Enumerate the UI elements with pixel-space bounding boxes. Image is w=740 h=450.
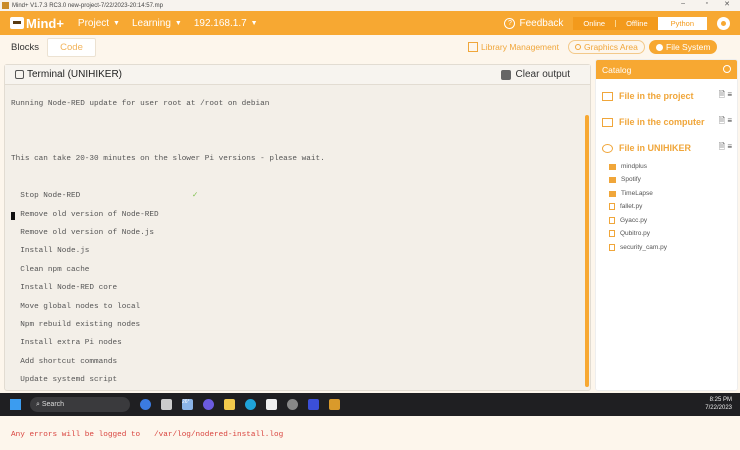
section-unihiker-files[interactable]: File in UNIHIKER 🗎 ≡ [602, 141, 732, 155]
folder-item[interactable]: mindplus [609, 163, 647, 170]
tab-code[interactable]: Code [47, 38, 96, 57]
file-icon [609, 230, 615, 237]
step-line: Update systemd script [11, 376, 118, 385]
step-row: Stop Node-RED ✓ [11, 192, 571, 201]
store-icon[interactable] [266, 399, 277, 410]
windows-start-icon[interactable] [10, 399, 21, 410]
step-line: Remove old version of Node-RED [11, 210, 159, 219]
chevron-down-icon: ▼ [113, 19, 120, 27]
tab-blocks[interactable]: Blocks [4, 38, 46, 57]
taskbar: ⌕ Search 26° 8:25 PM 7/22/2023 [0, 393, 740, 416]
editor-toolbar: Blocks Code Library Management Graphics … [0, 35, 740, 58]
library-management-button[interactable]: Library Management [468, 40, 559, 54]
section-computer-files[interactable]: File in the computer 🗎 ≡ [602, 115, 732, 129]
folder-icon [609, 163, 616, 170]
mindplus-logo: Mind+ [10, 16, 64, 31]
file-item[interactable]: security_cam.py [609, 244, 667, 251]
new-file-menu-icon[interactable]: 🗎 ≡ [719, 89, 732, 103]
window-titlebar: Mind+ V1.7.3 RC3.0 new-project-7/22/2023… [0, 0, 740, 11]
mode-switch: Online Offline Python [573, 16, 707, 30]
robot-icon [10, 17, 24, 29]
device-icon [602, 143, 613, 153]
new-file-menu-icon[interactable]: 🗎 ≡ [719, 115, 732, 129]
catalog-title: Catalog [602, 64, 632, 75]
app-icon [2, 2, 9, 9]
terminal-title: Terminal (UNIHIKER) [27, 69, 123, 80]
feedback-button[interactable]: ? Feedback [504, 17, 563, 29]
close-button[interactable]: ✕ [724, 0, 730, 8]
folder-item[interactable]: Spotify [609, 176, 641, 183]
menu-device-ip[interactable]: 192.168.1.7 ▼ [194, 18, 258, 29]
error-line: Any errors will be logged to /var/log/no… [11, 431, 284, 440]
step-line: Install extra Pi nodes [11, 339, 122, 348]
file-explorer-icon[interactable] [224, 399, 235, 410]
weather-icon[interactable]: 26° [182, 399, 193, 410]
file-icon [609, 217, 615, 224]
mode-python[interactable]: Python [657, 16, 707, 30]
monitor-icon [602, 117, 613, 127]
system-clock[interactable]: 8:25 PM 7/22/2023 [705, 396, 732, 412]
mode-offline[interactable]: Offline [616, 19, 658, 28]
library-icon [468, 42, 478, 52]
step-line: Remove old version of Node.js [11, 228, 155, 237]
output-line: Running Node-RED update for user root at… [11, 100, 270, 109]
folder-icon [609, 190, 616, 197]
file-item[interactable]: Qubitro.py [609, 230, 650, 237]
step-row: Remove old version of Node-RED [11, 211, 571, 220]
step-line: Install Node.js [11, 247, 90, 256]
file-item[interactable]: Gyacc.py [609, 217, 647, 224]
task-view-icon[interactable] [161, 399, 172, 410]
bing-icon[interactable] [140, 399, 151, 410]
edge-icon[interactable] [245, 399, 256, 410]
new-file-menu-icon[interactable]: 🗎 ≡ [719, 141, 732, 155]
file-item[interactable]: fallet.py [609, 203, 642, 210]
file-system-button[interactable]: File System [649, 40, 718, 54]
app-icon[interactable] [308, 399, 319, 410]
clear-output-button[interactable]: Clear output [500, 69, 570, 80]
file-icon [609, 244, 615, 251]
minimize-button[interactable]: – [681, 0, 685, 7]
mindplus-taskbar-icon[interactable] [329, 399, 340, 410]
graphics-area-button[interactable]: Graphics Area [568, 40, 645, 54]
chevron-down-icon: ▼ [174, 19, 182, 27]
error-row: Any errors will be logged to /var/log/no… [11, 431, 571, 441]
mode-online[interactable]: Online [573, 19, 615, 28]
menu-learning[interactable]: Learning ▼ [132, 18, 182, 29]
scrollbar[interactable] [585, 115, 589, 387]
section-project-files[interactable]: File in the project 🗎 ≡ [602, 89, 732, 103]
clear-icon [500, 69, 511, 80]
chevron-down-icon: ▼ [250, 19, 258, 27]
gear-icon[interactable] [717, 16, 730, 30]
app-icon[interactable] [287, 399, 298, 410]
step-line: Move global nodes to local [11, 302, 141, 311]
catalog-panel: Catalog File in the project 🗎 ≡ File in t… [595, 59, 738, 391]
file-icon [609, 203, 615, 210]
chat-icon[interactable] [203, 399, 214, 410]
radio-icon [575, 44, 581, 50]
check-icon: ✓ [192, 192, 199, 201]
refresh-icon[interactable] [723, 65, 731, 73]
terminal-panel: Terminal (UNIHIKER) Clear output Running… [4, 64, 591, 439]
app-header: Mind+ Project ▼ Learning ▼ 192.168.1.7 ▼ ? F… [0, 11, 740, 35]
menu-project[interactable]: Project ▼ [78, 18, 120, 29]
taskbar-search[interactable]: ⌕ Search [30, 397, 130, 412]
cursor [11, 211, 15, 220]
folder-icon [602, 91, 613, 101]
question-icon: ? [504, 17, 516, 29]
step-line: Install Node-RED core [11, 284, 118, 293]
output-line: This can take 20-30 minutes on the slowe… [11, 155, 325, 164]
restore-button[interactable]: ▫ [706, 0, 708, 7]
folder-item[interactable]: TimeLapse [609, 190, 653, 197]
step-line: Clean npm cache [11, 265, 90, 274]
check-circle-icon [656, 43, 663, 51]
terminal-icon [15, 70, 24, 79]
window-title: Mind+ V1.7.3 RC3.0 new-project-7/22/2023… [12, 2, 163, 9]
step-line: Npm rebuild existing nodes [11, 320, 141, 329]
step-line: Add shortcut commands [11, 357, 118, 366]
folder-icon [609, 176, 616, 183]
step-line: Stop Node-RED [11, 192, 81, 201]
